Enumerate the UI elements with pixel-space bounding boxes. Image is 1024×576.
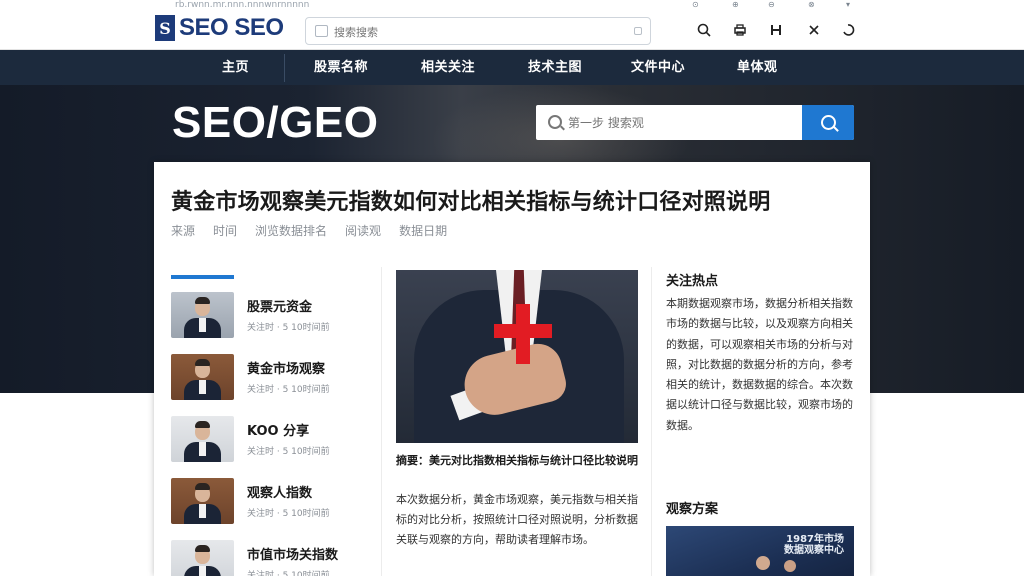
mini-icon-4[interactable]: ⊗ [808,0,815,9]
search-icon[interactable] [696,22,712,38]
news-thumbnail [171,416,234,462]
mini-icon-1[interactable]: ⊙ [692,0,699,9]
nav-item-home[interactable]: 主页 [222,50,249,85]
nav-item-tech[interactable]: 技术主图 [528,50,582,85]
section-accent-bar [171,275,234,279]
print-icon[interactable] [732,22,748,38]
nav-item-files[interactable]: 文件中心 [631,50,685,85]
mini-icon-5[interactable]: ▾ [846,0,850,9]
sidebar-image[interactable]: 1987年市场 数据观察中心 [666,526,854,576]
meta-source[interactable]: 来源 [171,222,195,239]
mini-icon-3[interactable]: ⊖ [768,0,775,9]
news-title[interactable]: 观察人指数 [247,482,312,501]
feature-image[interactable] [396,270,638,443]
article-meta: 来源 时间 浏览数据排名 阅读观 数据日期 [171,222,465,239]
news-title[interactable]: 市值市场关指数 [247,544,338,563]
mini-icon-2[interactable]: ⊕ [732,0,739,9]
search-icon [820,115,836,130]
sidebar-title-plan: 观察方案 [666,502,719,517]
list-item[interactable]: 观察人指数 关注时 · 5 10时间前 [171,478,381,526]
news-meta: 关注时 · 5 10时间前 [247,447,330,457]
news-thumbnail [171,292,234,338]
news-title[interactable]: 黄金市场观察 [247,358,325,377]
hero-title: SEO/GEO [172,98,379,147]
article-headline: 黄金市场观察美元指数如何对比相关指标与统计口径对照说明 [171,190,771,215]
list-item[interactable]: 股票元资金 关注时 · 5 10时间前 [171,292,381,340]
news-title[interactable]: 股票元资金 [247,296,312,315]
news-meta: 关注时 · 5 10时间前 [247,323,330,333]
column-divider [651,267,652,576]
news-meta: 关注时 · 5 10时间前 [247,509,330,519]
dropdown-icon[interactable] [634,27,642,35]
nav-divider [284,54,285,82]
close-icon[interactable] [806,22,822,38]
nav-item-view[interactable]: 单体观 [737,50,778,85]
column-divider [381,267,382,576]
search-field-icon [548,115,562,129]
list-item[interactable]: KOO 分享 关注时 · 5 10时间前 [171,416,381,464]
news-thumbnail [171,354,234,400]
main-nav: 主页 股票名称 相关关注 技术主图 文件中心 单体观 [0,50,1024,85]
top-bar: rb.rwnn.mr.nnn.nnnwnrnnnnn S SEO SEO ⊙ ⊕… [0,0,1024,50]
url-hint: rb.rwnn.mr.nnn.nnnwnrnnnnn [175,0,310,10]
sidebar-image-figure [756,556,770,570]
news-meta: 关注时 · 5 10时间前 [247,385,330,395]
sidebar-image-figure [784,560,796,572]
menu-icon[interactable] [768,22,784,38]
search-field-icon [315,25,328,37]
list-item[interactable]: 市值市场关指数 关注时 · 5 10时间前 [171,540,381,576]
news-meta: 关注时 · 5 10时间前 [247,571,330,576]
logo-mark: S [155,15,175,41]
article-card: 黄金市场观察美元指数如何对比相关指标与统计口径对照说明 来源 时间 浏览数据排名… [154,162,870,576]
top-search-input[interactable] [334,22,634,42]
meta-reads[interactable]: 阅读观 [345,222,381,239]
meta-date[interactable]: 数据日期 [399,222,447,239]
news-thumbnail [171,540,234,576]
sidebar-image-caption: 1987年市场 数据观察中心 [784,534,844,556]
news-title[interactable]: KOO 分享 [247,420,309,439]
site-logo[interactable]: S SEO SEO [155,14,284,42]
nav-item-stocks[interactable]: 股票名称 [314,50,368,85]
nav-item-related[interactable]: 相关关注 [421,50,475,85]
feature-caption[interactable]: 摘要：美元对比指数相关指标与统计口径比较说明 [396,453,638,469]
list-item[interactable]: 黄金市场观察 关注时 · 5 10时间前 [171,354,381,402]
top-search-box[interactable] [305,17,651,45]
red-cross-icon-bar [494,324,552,338]
logo-text: SEO SEO [179,14,284,41]
hero-search-button[interactable] [802,105,854,140]
feature-body: 本次数据分析，黄金市场观察，美元指数与相关指标的对比分析，按照统计口径对照说明，… [396,493,638,546]
hero-search-input[interactable] [568,113,798,133]
sidebar-body: 本期数据观察市场，数据分析相关指数市场的数据与比较，以及观察方向相关的数据，可以… [666,297,853,432]
sidebar-title-hot: 关注热点 [666,274,719,289]
meta-time[interactable]: 时间 [213,222,237,239]
meta-ranking[interactable]: 浏览数据排名 [255,222,327,239]
hero-search-box[interactable] [536,105,854,140]
news-thumbnail [171,478,234,524]
refresh-icon[interactable] [840,22,856,38]
header-icon-group: ⊙ ⊕ ⊖ ⊗ ▾ [690,0,860,50]
